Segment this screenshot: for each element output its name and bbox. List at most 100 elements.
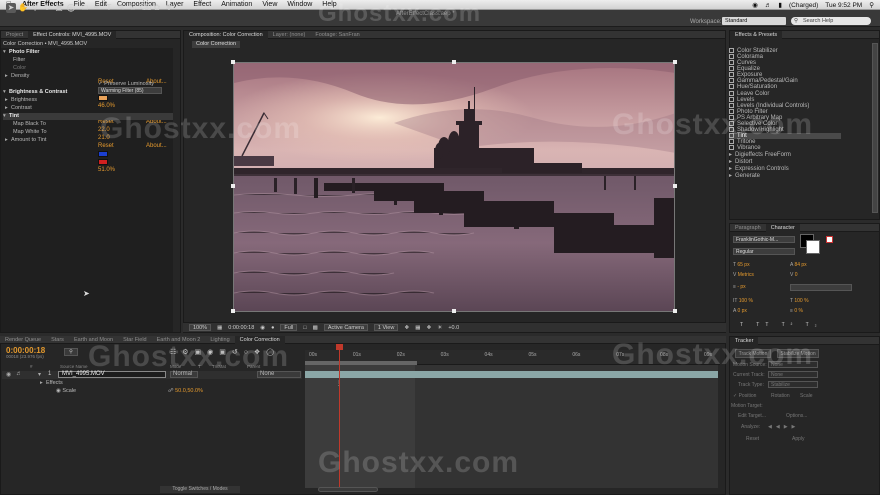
tab-layer[interactable]: Layer: (none) bbox=[268, 31, 311, 39]
tsume-field[interactable]: ≡ 0 % bbox=[790, 308, 803, 315]
no-color-icon[interactable] bbox=[826, 236, 833, 243]
search-help-input[interactable]: ⚲ Search Help bbox=[791, 17, 871, 25]
horizontal-scale-field[interactable]: T 100 % bbox=[790, 298, 809, 305]
region-of-interest-icon[interactable]: □ bbox=[303, 325, 306, 331]
track-type-select[interactable]: Stabilize bbox=[768, 381, 818, 388]
transparency-grid-icon[interactable]: ▩ bbox=[313, 325, 318, 331]
clock[interactable]: Tue 9:52 PM bbox=[825, 2, 862, 9]
clone-tool-icon[interactable]: ☉ bbox=[128, 3, 138, 13]
effect-group[interactable]: ▸ Expression Controls bbox=[729, 165, 869, 172]
stroke-mode-select[interactable] bbox=[790, 284, 852, 291]
frame-handle[interactable] bbox=[673, 184, 677, 188]
analyze-buttons[interactable]: ◀◀▶▶ bbox=[768, 424, 799, 430]
tracker-options-button[interactable]: Options... bbox=[786, 413, 807, 419]
font-style-select[interactable]: Regular bbox=[733, 248, 795, 255]
menu-animation[interactable]: Animation bbox=[221, 1, 252, 8]
timeline-zoom-slider[interactable] bbox=[318, 487, 378, 492]
filter-dropdown[interactable]: Warming Filter (85) bbox=[98, 87, 162, 94]
toggle-switches-modes[interactable]: Toggle Switches / Modes bbox=[160, 486, 240, 493]
frame-handle[interactable] bbox=[673, 309, 677, 313]
effect-group[interactable]: ▸ Distort bbox=[729, 158, 869, 165]
tab-effect-controls[interactable]: Effect Controls: MVI_4995.MOV bbox=[28, 30, 117, 39]
eraser-tool-icon[interactable]: ⌫ bbox=[140, 3, 151, 13]
leading-field[interactable]: A 84 px bbox=[790, 262, 807, 269]
pan-behind-tool-icon[interactable]: ⨁ bbox=[66, 3, 76, 13]
brush-tool-icon[interactable]: ✎ bbox=[116, 3, 126, 13]
frame-handle[interactable] bbox=[231, 309, 235, 313]
timeline-tab[interactable]: Stars bbox=[46, 336, 69, 344]
timeline-tab[interactable]: Render Queue bbox=[0, 336, 46, 344]
camera-tool-icon[interactable]: ▣ bbox=[54, 3, 64, 13]
rotate-tool-icon[interactable]: ↻ bbox=[42, 3, 52, 13]
tab-character[interactable]: Character bbox=[765, 223, 800, 232]
pen-tool-icon[interactable]: ✒ bbox=[92, 3, 102, 13]
frame-handle[interactable] bbox=[231, 184, 235, 188]
map-black-swatch[interactable] bbox=[98, 151, 108, 157]
stroke-color-swatch[interactable] bbox=[806, 240, 820, 254]
effect-group[interactable]: ▸ Digieffects FreeForm bbox=[729, 151, 869, 158]
current-time[interactable]: 0:00:00:18 bbox=[228, 325, 254, 331]
option-scale[interactable]: Scale bbox=[800, 393, 813, 399]
preserve-luminosity-checkbox[interactable]: ✓ Preserve Luminosity bbox=[98, 81, 154, 88]
comp-breadcrumb[interactable]: Color Correction bbox=[192, 41, 241, 48]
kerning-field[interactable]: V Metrics bbox=[733, 272, 754, 279]
tab-effects-presets[interactable]: Effects & Presets bbox=[730, 30, 783, 39]
battery-icon[interactable]: ▮ bbox=[778, 1, 782, 9]
scale-value[interactable]: ☍ 50.0,50.0% bbox=[168, 388, 203, 394]
effects-scrollbar[interactable] bbox=[872, 43, 878, 213]
fx-brightness-contrast[interactable]: ▾ Brightness & Contrast bbox=[3, 89, 67, 96]
font-family-select[interactable]: FranklinGothic-M... bbox=[733, 236, 795, 243]
exposure-icon[interactable]: ☀ bbox=[437, 325, 442, 331]
tab-project[interactable]: Project bbox=[1, 31, 28, 39]
menu-effect[interactable]: Effect bbox=[193, 1, 211, 8]
frame-handle[interactable] bbox=[452, 309, 456, 313]
layer-twirl-icon[interactable]: ▾ bbox=[38, 371, 41, 378]
baseline-shift-field[interactable]: A 0 px bbox=[733, 308, 747, 315]
zoom-tool-icon[interactable]: ⚲ bbox=[30, 3, 40, 13]
menu-window[interactable]: Window bbox=[287, 1, 312, 8]
current-track-select[interactable]: None bbox=[768, 371, 818, 378]
fast-preview-icon[interactable]: ❖ bbox=[404, 325, 409, 331]
type-tool-icon[interactable]: T bbox=[104, 3, 114, 13]
safe-zones-icon[interactable]: ▦ bbox=[217, 325, 222, 331]
density-value[interactable]: 46.0% bbox=[98, 103, 115, 109]
wifi-icon[interactable]: ◉ bbox=[752, 1, 758, 9]
timeline-search-input[interactable]: ⚲ bbox=[64, 348, 78, 356]
fx-photo-filter[interactable]: ▾ Photo Filter bbox=[3, 49, 40, 56]
tab-composition[interactable]: Composition: Color Correction bbox=[184, 30, 268, 39]
camera-select[interactable]: Active Camera bbox=[323, 324, 368, 331]
snapshot-icon[interactable]: ◉ bbox=[260, 325, 265, 331]
hand-tool-icon[interactable]: ✋ bbox=[18, 3, 28, 13]
timeline-icon[interactable]: ▦ bbox=[415, 325, 420, 331]
font-size-field[interactable]: T 65 px bbox=[733, 262, 750, 269]
tracker-reset-button[interactable]: Reset bbox=[746, 436, 759, 442]
text-style-buttons[interactable]: T TT T² T₂ bbox=[740, 322, 823, 329]
spotlight-icon[interactable]: ⚲ bbox=[869, 1, 874, 9]
tab-paragraph[interactable]: Paragraph bbox=[730, 224, 766, 232]
audio-icon[interactable]: ♬ bbox=[16, 371, 22, 377]
zoom-select[interactable]: 100% bbox=[189, 324, 212, 331]
flowchart-icon[interactable]: ❖ bbox=[426, 325, 431, 331]
option-position[interactable]: ✓ Position bbox=[733, 393, 756, 399]
option-rotation[interactable]: Rotation bbox=[771, 393, 790, 399]
scale-row[interactable]: ◉ Scale bbox=[56, 388, 76, 394]
stroke-width-field[interactable]: ≡ - px bbox=[733, 284, 746, 291]
layer-duration-bar[interactable] bbox=[305, 371, 718, 378]
tracking-field[interactable]: V 0 bbox=[790, 272, 798, 279]
composition-viewer[interactable] bbox=[233, 62, 675, 312]
exposure-value[interactable]: +0.0 bbox=[448, 325, 459, 331]
menu-view[interactable]: View bbox=[262, 1, 277, 8]
volume-icon[interactable]: ♬ bbox=[765, 2, 772, 9]
edit-target-button[interactable]: Edit Target... bbox=[738, 413, 766, 419]
effects-group-row[interactable]: ▸ Effects bbox=[40, 380, 63, 386]
map-white-swatch[interactable] bbox=[98, 159, 108, 165]
amount-tint-value[interactable]: 51.0% bbox=[98, 167, 115, 173]
frame-handle[interactable] bbox=[231, 60, 235, 64]
tab-footage[interactable]: Footage: SanFran bbox=[310, 31, 364, 39]
selection-tool-icon[interactable]: ➤ bbox=[6, 3, 16, 13]
col-source-name[interactable]: Source Name bbox=[60, 364, 88, 369]
roto-brush-tool-icon[interactable]: ✿ bbox=[152, 3, 162, 13]
view-layout-select[interactable]: 1 View bbox=[373, 324, 399, 331]
frame-handle[interactable] bbox=[673, 60, 677, 64]
photo-filter-color-swatch[interactable] bbox=[98, 95, 108, 101]
